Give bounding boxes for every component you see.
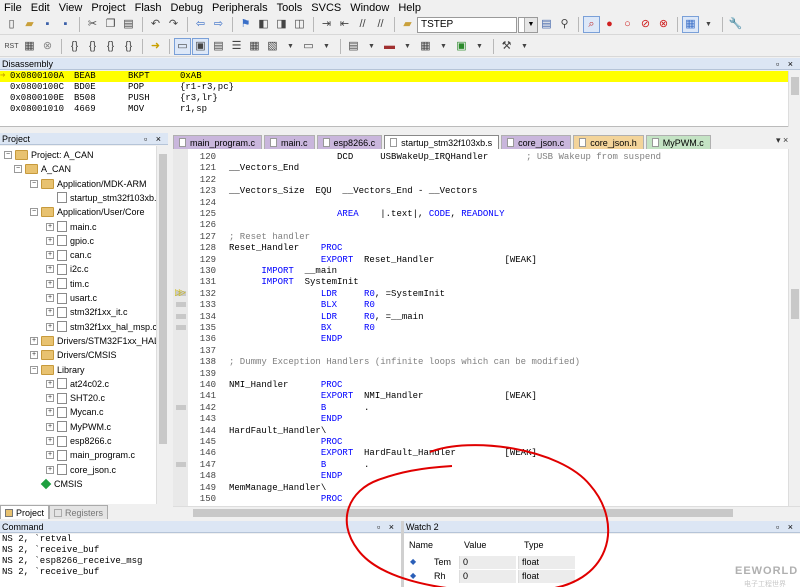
watermark-subtitle: 电子工程世界 xyxy=(744,581,786,587)
annotation-circle xyxy=(345,444,610,587)
keil-uvision-window: { "menu": ["File","Edit","View","Project… xyxy=(0,0,800,587)
watermark-logo: EEWORLD xyxy=(735,565,799,577)
